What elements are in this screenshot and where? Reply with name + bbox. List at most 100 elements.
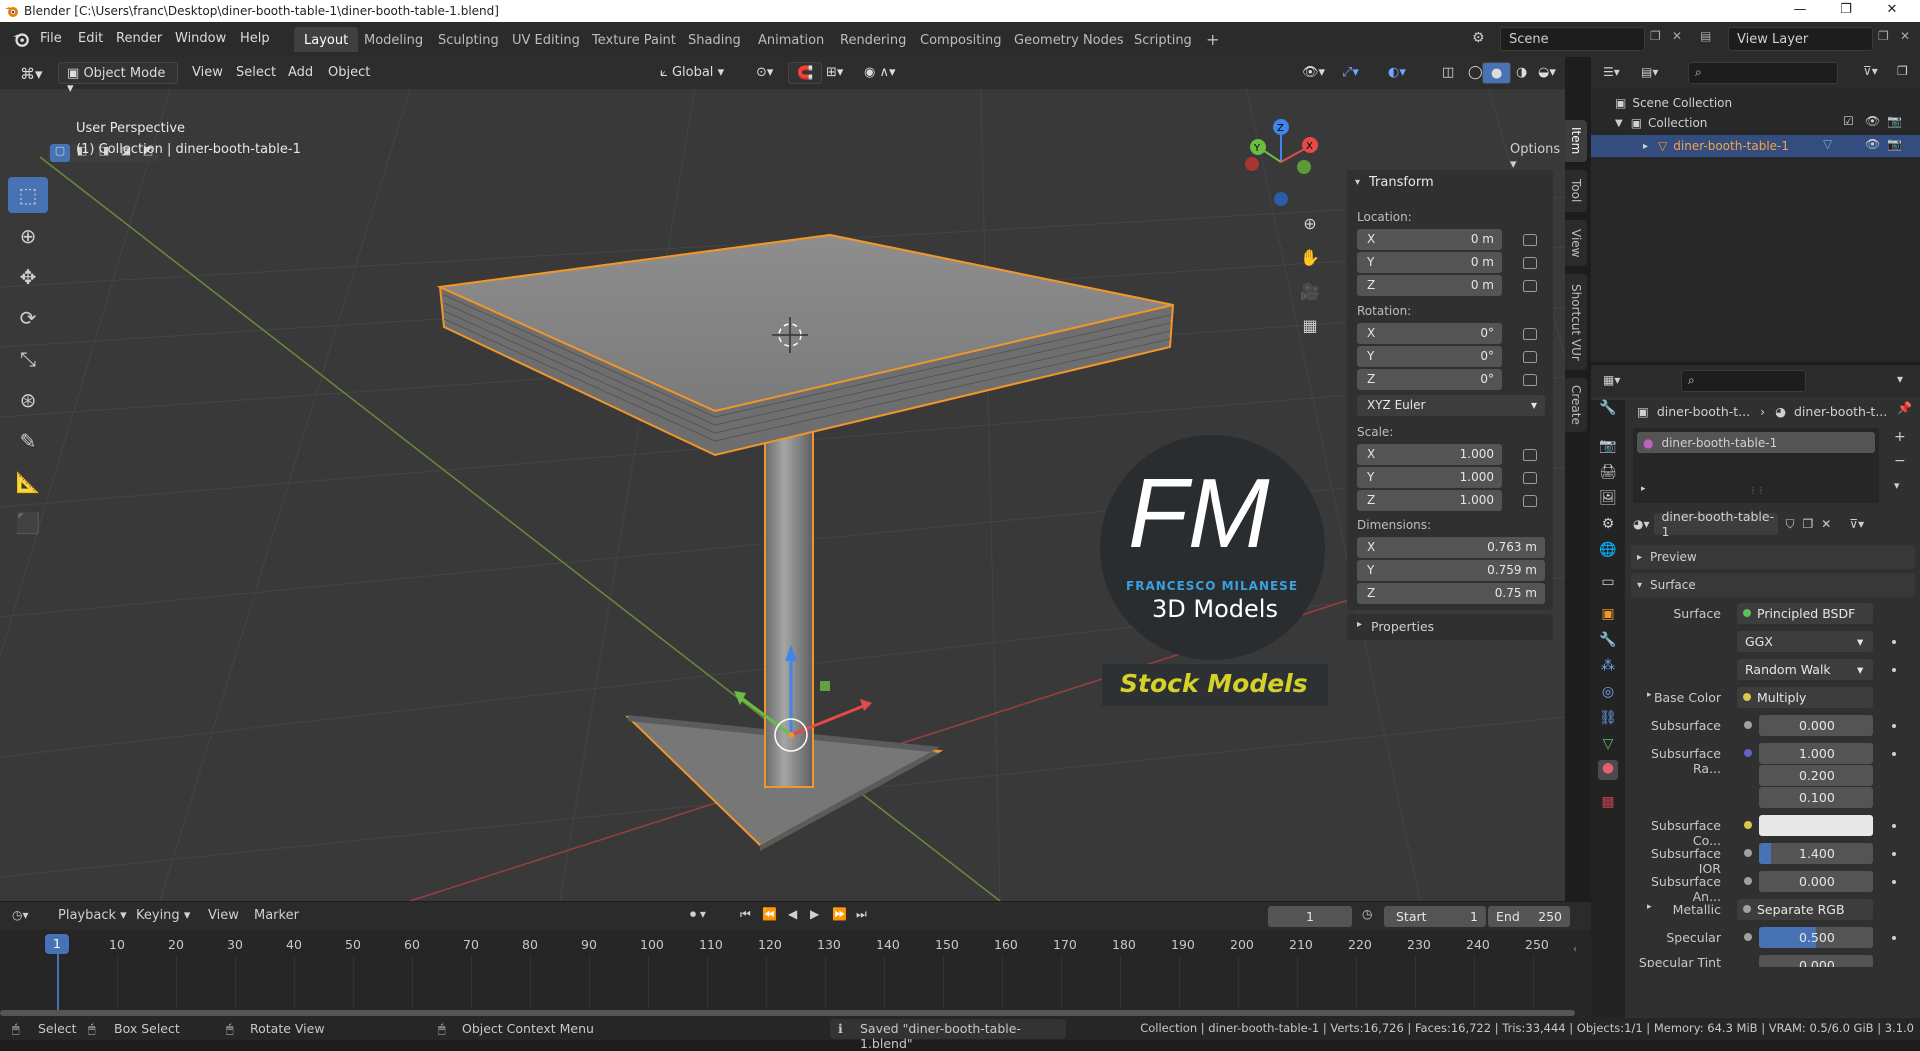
zoom-icon[interactable]: ⊕	[1295, 214, 1325, 248]
tab-modeling[interactable]: Modeling	[354, 27, 433, 52]
scale-x-field[interactable]: X 1.000	[1357, 444, 1502, 465]
filter-icon[interactable]: ⊽▾	[1863, 64, 1878, 78]
menu-keying[interactable]: Keying ▾	[136, 908, 190, 923]
transform-header[interactable]: Transform	[1369, 175, 1434, 190]
keyframe-dot-icon[interactable]	[1892, 752, 1896, 756]
menu-object[interactable]: Object	[320, 62, 378, 84]
keyframe-dot-icon[interactable]	[1892, 668, 1896, 672]
tab-rendering[interactable]: Rendering	[830, 27, 916, 52]
play-icon[interactable]: ▶	[810, 907, 819, 921]
modifier-icon[interactable]: ▽	[1823, 137, 1832, 151]
chevron-down-icon[interactable]: ▼	[1615, 118, 1623, 129]
metallic-input[interactable]: Separate RGB	[1737, 899, 1873, 920]
overlay-toggle-icon[interactable]: ◐▾	[1380, 62, 1414, 84]
grid-view-icon[interactable]: ▦	[1295, 316, 1325, 350]
location-x-field[interactable]: X 0 m	[1357, 229, 1502, 250]
camera-icon[interactable]: 🎥	[1295, 282, 1325, 316]
scene-tab-icon[interactable]: ⚙	[1598, 516, 1618, 536]
tab-scripting[interactable]: Scripting	[1124, 27, 1202, 52]
rotate-tool-icon[interactable]: ⟳	[8, 300, 48, 336]
sidebar-tab-shortcut[interactable]: Shortcut VUr	[1565, 274, 1587, 370]
material-tab-icon[interactable]: ●	[1598, 760, 1618, 780]
surface-shader-select[interactable]: Principled BSDF	[1737, 603, 1873, 624]
timeline-ruler[interactable]: 10 20 30 40 50 60 70 80 90 100 110 120 130 140 150 160 1…	[0, 930, 1591, 1020]
texture-tab-icon[interactable]: ▩	[1598, 794, 1618, 814]
menu-view[interactable]: View	[184, 62, 231, 84]
keyframe-dot-icon[interactable]	[1892, 724, 1896, 728]
menu-marker[interactable]: Marker	[254, 908, 299, 923]
lock-icon[interactable]	[1523, 495, 1537, 507]
checkbox-icon[interactable]: ☑	[1843, 114, 1854, 128]
remove-slot-icon[interactable]: −	[1894, 453, 1906, 469]
solid-shading-icon[interactable]: ●	[1482, 62, 1512, 84]
material-browse-icon[interactable]: ◕▾	[1633, 517, 1650, 531]
maximize-button[interactable]: ❐	[1826, 2, 1866, 20]
lock-icon[interactable]	[1523, 449, 1537, 461]
preview-range-icon[interactable]: ◷	[1362, 907, 1372, 921]
output-tab-icon[interactable]: 🖨	[1598, 464, 1618, 484]
tab-layout[interactable]: Layout	[294, 27, 359, 52]
menu-window[interactable]: Window	[175, 31, 226, 46]
pin-icon[interactable]: 📌	[1897, 401, 1912, 415]
lock-icon[interactable]	[1523, 374, 1537, 386]
scene-icon[interactable]: ⚙	[1472, 30, 1485, 46]
location-z-field[interactable]: Z 0 m	[1357, 275, 1502, 296]
playhead[interactable]: 1	[45, 934, 69, 954]
eye-icon[interactable]: 👁	[1865, 137, 1880, 151]
particles-tab-icon[interactable]: ⁂	[1598, 658, 1618, 678]
properties-section-header[interactable]: ▸ Properties	[1347, 614, 1553, 640]
display-mode-icon[interactable]: ▤▾	[1641, 65, 1658, 79]
record-icon[interactable]: ⏺ ▾	[690, 907, 706, 922]
lock-icon[interactable]	[1523, 472, 1537, 484]
keyframe-dot-icon[interactable]	[1892, 936, 1896, 940]
specular-field[interactable]: 0.500	[1759, 927, 1873, 948]
xray-icon[interactable]: ◫	[1434, 62, 1462, 84]
lock-icon[interactable]	[1523, 351, 1537, 363]
scale-z-field[interactable]: Z 1.000	[1357, 490, 1502, 511]
scene-selector[interactable]: Scene	[1500, 27, 1645, 51]
camera-render-icon[interactable]: 📷	[1887, 137, 1902, 151]
visibility-icon[interactable]: 👁▾	[1294, 62, 1333, 84]
chevron-down-icon[interactable]: ▾	[1894, 479, 1900, 492]
menu-playback[interactable]: Playback ▾	[58, 908, 127, 923]
pan-hand-icon[interactable]: ✋	[1295, 248, 1325, 282]
viewport-scene[interactable]	[0, 57, 1565, 901]
tab-uv-editing[interactable]: UV Editing	[502, 27, 590, 52]
jump-keyframe-back-icon[interactable]: ⏪	[762, 907, 777, 921]
3d-viewport[interactable]: ⌘▾ ▣ Object Mode ▾ View Select Add Objec…	[0, 57, 1565, 901]
measure-tool-icon[interactable]: 📐	[8, 464, 48, 500]
scale-y-field[interactable]: Y 1.000	[1357, 467, 1502, 488]
chevron-left-icon[interactable]: ‹	[1573, 944, 1577, 955]
move-tool-icon[interactable]: ✥	[8, 259, 48, 295]
end-frame-field[interactable]: End 250	[1488, 906, 1570, 927]
sidebar-tab-view[interactable]: View	[1565, 220, 1587, 266]
snap-target-icon[interactable]: ⊞▾	[818, 62, 851, 84]
menu-edit[interactable]: Edit	[78, 31, 103, 46]
material-datablock[interactable]: ◕▾ diner-booth-table-1 ⛉ ❐ ✕ ⊽▾	[1633, 509, 1919, 539]
jump-keyframe-forward-icon[interactable]: ⏩	[832, 907, 847, 921]
subsurface-ior-field[interactable]: 1.400	[1759, 843, 1873, 864]
constraints-tab-icon[interactable]: ⛓	[1598, 710, 1618, 730]
new-collection-icon[interactable]: ❐	[1897, 64, 1908, 78]
camera-render-icon[interactable]: 📷	[1887, 114, 1902, 128]
base-color-input[interactable]: Multiply	[1737, 687, 1873, 708]
specular-tint-row[interactable]: Specular Tint 0.000	[1631, 955, 1911, 967]
table-pole[interactable]	[764, 386, 814, 788]
add-cube-tool-icon[interactable]: ⬛	[8, 505, 48, 541]
rotation-mode-select[interactable]: XYZ Euler ▾	[1357, 395, 1545, 416]
collection-tab-icon[interactable]: ▭	[1598, 574, 1618, 594]
editor-type-icon[interactable]: ☰▾	[1603, 65, 1620, 79]
play-reverse-icon[interactable]: ◀	[788, 907, 797, 921]
table-top[interactable]	[436, 233, 1175, 457]
rotation-x-field[interactable]: X 0°	[1357, 323, 1502, 344]
dimensions-y-field[interactable]: Y 0.759 m	[1357, 560, 1545, 581]
chevron-right-icon[interactable]: ▸	[1641, 484, 1646, 494]
lock-icon[interactable]	[1523, 234, 1537, 246]
keyframe-dot-icon[interactable]	[1892, 640, 1896, 644]
rendered-shading-icon[interactable]: ◒▾	[1530, 62, 1564, 84]
select-new-icon[interactable]: ▢	[50, 144, 70, 162]
outliner-search-input[interactable]: ⌕	[1688, 62, 1838, 84]
tab-shading[interactable]: Shading	[678, 27, 751, 52]
filter-link-icon[interactable]: ⊽▾	[1849, 517, 1864, 531]
menu-file[interactable]: File	[40, 31, 62, 46]
